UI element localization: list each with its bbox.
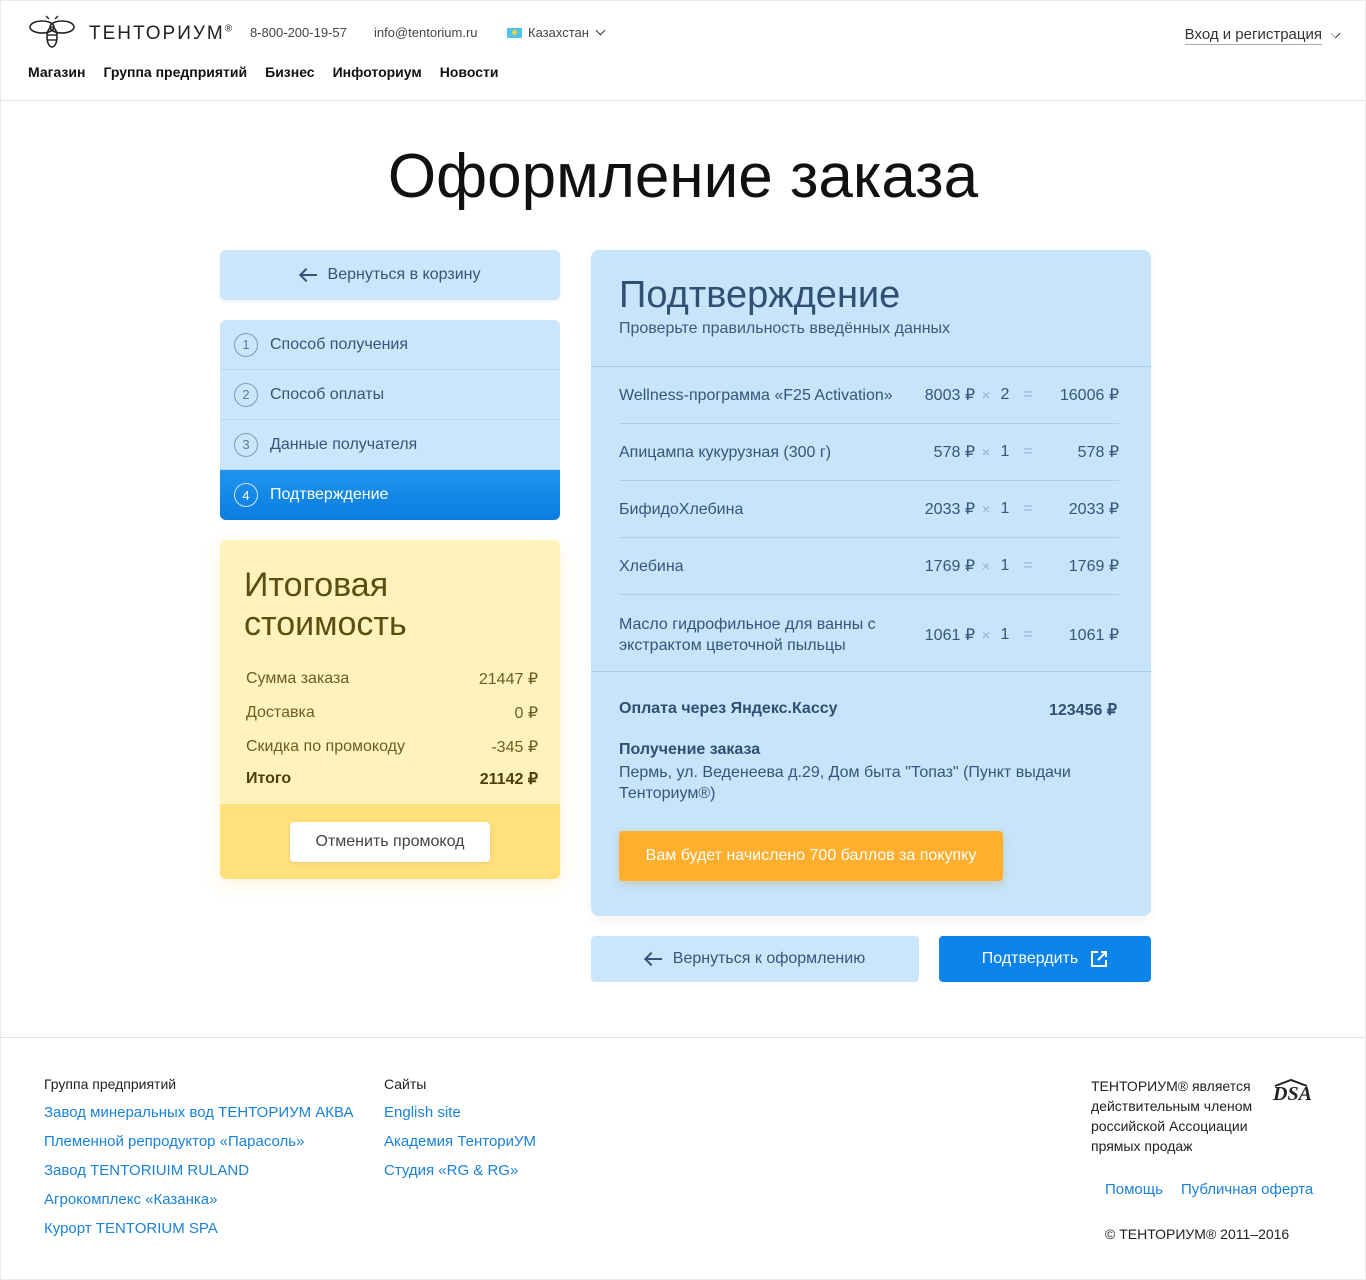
step-recipient-data[interactable]: 3 Данные получателя: [220, 420, 560, 470]
page-title: Оформление заказа: [387, 142, 979, 211]
site-footer: Группа предприятий Завод минеральных вод…: [1, 1037, 1365, 1279]
nav-item-news[interactable]: Новости: [440, 64, 499, 80]
payment-value: 123456 ₽: [1048, 702, 1117, 719]
footer-legal-links: Помощь Публичная оферта: [1105, 1181, 1313, 1198]
arrow-left-icon: [645, 952, 663, 966]
bee-logo-icon: [29, 15, 75, 48]
chevron-down-icon: [1330, 28, 1341, 39]
cancel-promo-button[interactable]: Отменить промокод: [290, 822, 490, 862]
main-nav: Магазин Группа предприятий Бизнес Инфото…: [28, 64, 498, 80]
footer-link[interactable]: Агрокомплекс «Казанка»: [44, 1191, 354, 1208]
order-item: Wellness-программа «F25 Activation» 8003…: [619, 367, 1119, 424]
kazakhstan-flag-icon: [507, 27, 522, 38]
summary-row-discount: Скидка по промокоду -345 ₽: [246, 738, 538, 756]
country-selector[interactable]: Казахстан: [507, 25, 606, 40]
copyright: © ТЕНТОРИУМ® 2011–2016: [1105, 1226, 1290, 1242]
back-to-cart-label: Вернуться в корзину: [327, 266, 481, 283]
step-payment-method[interactable]: 2 Способ оплаты: [220, 370, 560, 420]
country-label: Казахстан: [528, 25, 589, 40]
confirmation-subtitle: Проверьте правильность введённых данных: [619, 320, 951, 337]
payment-label: Оплата через Яндекс.Кассу: [619, 700, 838, 717]
brand-name: ТЕНТОРИУМ®: [89, 23, 233, 44]
footer-link[interactable]: English site: [384, 1104, 536, 1121]
order-items: Wellness-программа «F25 Activation» 8003…: [619, 367, 1119, 674]
step-number: 4: [234, 483, 258, 507]
receive-title: Получение заказа: [619, 741, 761, 758]
nav-item-shop[interactable]: Магазин: [28, 64, 85, 80]
payment-row: Оплата через Яндекс.Кассу 123456 ₽: [619, 700, 1117, 720]
dsa-membership-text: ТЕНТОРИУМ® является действительным члено…: [1091, 1078, 1253, 1154]
footer-sites-column: Сайты English site Академия ТенториУМ Ст…: [384, 1076, 536, 1191]
footer-link[interactable]: Завод минеральных вод ТЕНТОРИУМ АКВА: [44, 1104, 354, 1121]
step-label: Способ получения: [270, 335, 409, 353]
summary-row-delivery: Доставка 0 ₽: [246, 704, 538, 722]
nav-item-group[interactable]: Группа предприятий: [103, 64, 247, 80]
header-phone[interactable]: 8-800-200-19-57: [250, 25, 347, 40]
checkout-steps: 1 Способ получения 2 Способ оплаты 3 Дан…: [220, 320, 560, 520]
site-header: ТЕНТОРИУМ® 8-800-200-19-57 info@tentoriu…: [1, 1, 1365, 101]
header-email[interactable]: info@tentorium.ru: [374, 25, 478, 40]
login-register-link[interactable]: Вход и регистрация: [1184, 26, 1341, 45]
footer-group-title: Группа предприятий: [44, 1076, 177, 1092]
receive-address: Пермь, ул. Веденеева д.29, Дом быта "Топ…: [619, 764, 1071, 802]
step-number: 1: [234, 332, 258, 357]
confirm-label: Подтвердить: [981, 950, 1079, 967]
public-offer-link[interactable]: Публичная оферта: [1181, 1181, 1313, 1198]
chevron-down-icon: [595, 25, 606, 36]
order-summary: Итоговая стоимость Сумма заказа 21447 ₽ До…: [220, 540, 560, 879]
summary-rows: Сумма заказа 21447 ₽ Доставка 0 ₽ Скидка п…: [246, 662, 538, 794]
step-label: Способ оплаты: [270, 385, 385, 403]
footer-link[interactable]: Племенной репродуктор «Парасоль»: [44, 1133, 354, 1150]
dsa-logo-icon: DSA: [1272, 1078, 1312, 1105]
order-item: Апицампа кукурузная (300 г) 578 ₽ × 1 = …: [619, 424, 1119, 481]
summary-row-total: Итого 21142 ₽: [246, 770, 538, 788]
confirmation-panel: Подтверждение Проверьте правильность вве…: [591, 250, 1151, 916]
footer-link[interactable]: Завод TENTORIUIM RULAND: [44, 1162, 354, 1179]
confirmation-title: Подтверждение: [619, 274, 901, 316]
step-number: 3: [234, 432, 258, 457]
nav-item-business[interactable]: Бизнес: [265, 64, 314, 80]
order-item: БифидоХлебина 2033 ₽ × 1 = 2033 ₽: [619, 481, 1119, 538]
order-item: Масло гидрофильное для ванны с экстракто…: [619, 615, 1119, 654]
confirm-button[interactable]: Подтвердить: [939, 936, 1151, 982]
footer-link[interactable]: Курорт TENTORIUM SPA: [44, 1220, 354, 1237]
summary-title: Итоговая стоимость: [244, 566, 407, 643]
page: ТЕНТОРИУМ® 8-800-200-19-57 info@tentoriu…: [1, 1, 1365, 1279]
back-to-cart-button[interactable]: Вернуться в корзину: [220, 250, 560, 300]
step-label: Подтверждение: [270, 486, 389, 503]
step-confirmation[interactable]: 4 Подтверждение: [220, 470, 560, 520]
bonus-points-badge: Вам будет начислено 700 баллов за покупк…: [619, 831, 1003, 881]
help-link[interactable]: Помощь: [1105, 1181, 1163, 1198]
footer-group-column: Группа предприятий Завод минеральных вод…: [44, 1076, 354, 1249]
step-number: 2: [234, 382, 258, 407]
login-label: Вход и регистрация: [1184, 26, 1322, 45]
summary-footer: Отменить промокод: [220, 804, 560, 879]
footer-link[interactable]: Академия ТенториУМ: [384, 1133, 536, 1150]
summary-row-subtotal: Сумма заказа 21447 ₽: [246, 670, 538, 688]
footer-sites-title: Сайты: [384, 1076, 427, 1092]
step-delivery-method[interactable]: 1 Способ получения: [220, 320, 560, 370]
divider: [591, 671, 1151, 672]
back-to-checkout-button[interactable]: Вернуться к оформлению: [591, 936, 919, 982]
external-link-icon: [1091, 951, 1108, 967]
back-to-checkout-label: Вернуться к оформлению: [672, 950, 866, 967]
logo[interactable]: ТЕНТОРИУМ®: [27, 15, 232, 51]
footer-link[interactable]: Студия «RG & RG»: [384, 1162, 536, 1179]
nav-item-infotorium[interactable]: Инфоториум: [333, 64, 422, 80]
arrow-left-icon: [300, 268, 318, 282]
order-item: Хлебина 1769 ₽ × 1 = 1769 ₽: [619, 538, 1119, 595]
step-label: Данные получателя: [270, 435, 418, 453]
